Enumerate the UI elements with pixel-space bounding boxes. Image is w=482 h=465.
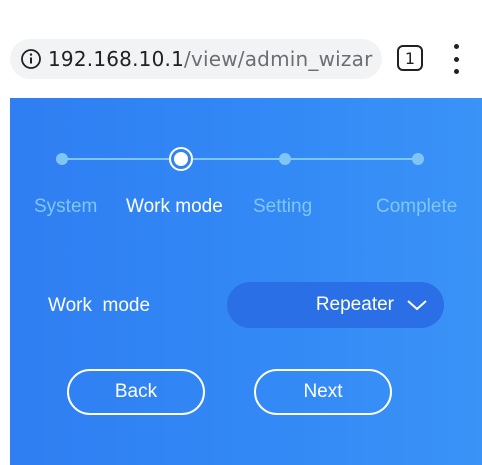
- setup-wizard-panel: System Work mode Setting Complete Work m…: [10, 98, 482, 465]
- step-label-complete: Complete: [376, 196, 458, 217]
- address-bar[interactable]: 192.168.10.1/view/admin_wizar: [10, 39, 382, 79]
- step-dot-setting: [279, 153, 291, 165]
- tab-switcher-button[interactable]: 1: [397, 45, 423, 71]
- browser-toolbar: 192.168.10.1/view/admin_wizar 1: [0, 0, 482, 98]
- step-label-setting: Setting: [253, 196, 313, 217]
- step-dot-complete: [412, 153, 424, 165]
- step-label-work-mode: Work mode: [126, 196, 223, 217]
- url-text: 192.168.10.1/view/admin_wizar: [48, 47, 373, 71]
- step-dot-system: [56, 153, 68, 165]
- work-mode-label: Work mode: [48, 295, 151, 316]
- next-button[interactable]: Next: [254, 369, 392, 415]
- back-button[interactable]: Back: [67, 369, 205, 415]
- vertical-dots-icon[interactable]: [448, 44, 464, 74]
- url-path: /view/admin_wizar: [184, 47, 373, 71]
- chevron-down-icon: [406, 298, 428, 312]
- work-mode-selected-value: Repeater: [315, 294, 394, 315]
- page: 192.168.10.1/view/admin_wizar 1 System W…: [0, 0, 482, 465]
- step-label-system: System: [34, 196, 98, 217]
- step-dot-work-mode: [174, 152, 188, 166]
- url-host: 192.168.10.1: [48, 47, 184, 71]
- work-mode-select[interactable]: Repeater: [227, 282, 444, 328]
- info-circle-icon[interactable]: [20, 48, 42, 70]
